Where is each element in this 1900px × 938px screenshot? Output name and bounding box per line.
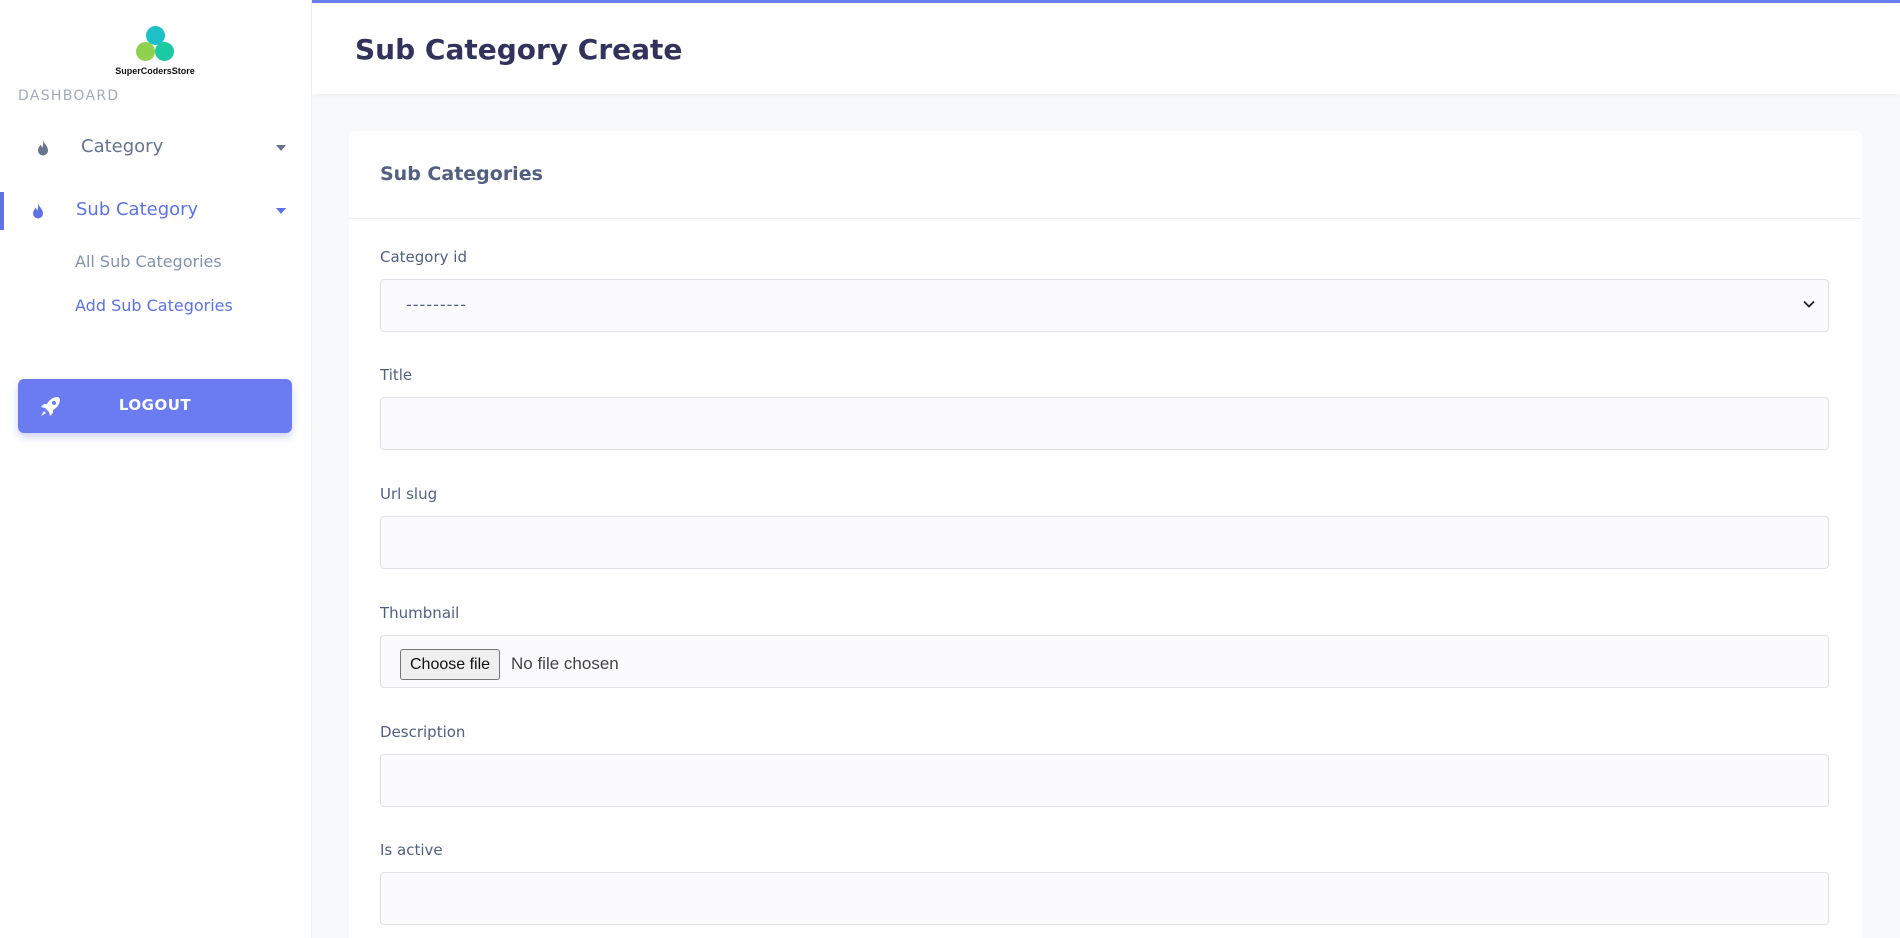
url-slug-input[interactable] <box>380 516 1829 569</box>
category-id-label: Category id <box>380 248 467 266</box>
title-label: Title <box>380 366 413 384</box>
description-label: Description <box>380 723 466 741</box>
file-status-text: No file chosen <box>511 654 619 673</box>
brand-logo[interactable]: SuperCodersStore <box>108 26 202 78</box>
logo-mark-icon <box>134 26 178 62</box>
title-input[interactable] <box>380 397 1829 450</box>
form-card: Sub Categories Category id --------- Tit… <box>349 131 1862 938</box>
url-slug-label: Url slug <box>380 485 438 503</box>
page-title: Sub Category Create <box>355 33 683 66</box>
sidebar: SuperCodersStore DASHBOARD Category Sub … <box>0 0 312 938</box>
thumbnail-file-input: Choose file No file chosen <box>380 635 1829 688</box>
chevron-down-icon <box>1803 300 1815 308</box>
caret-down-icon <box>276 145 286 151</box>
sidebar-item-label: Sub Category <box>76 199 199 220</box>
category-id-value: --------- <box>406 295 467 314</box>
logout-label: LOGOUT <box>118 396 192 414</box>
logout-button[interactable]: LOGOUT <box>18 379 292 433</box>
card-header: Sub Categories <box>349 131 1862 219</box>
sidebar-item-sub-category[interactable]: Sub Category <box>0 187 311 235</box>
page-header: Sub Category Create <box>312 3 1900 94</box>
fire-icon <box>38 140 48 156</box>
card-title: Sub Categories <box>380 163 543 185</box>
sidebar-section-label: DASHBOARD <box>18 88 120 104</box>
choose-file-button[interactable]: Choose file <box>400 649 501 680</box>
caret-down-icon <box>276 208 286 214</box>
is-active-input[interactable] <box>380 872 1829 925</box>
category-id-select[interactable]: --------- <box>380 279 1829 332</box>
logo-text: SuperCodersStore <box>115 66 195 76</box>
is-active-label: Is active <box>380 841 443 859</box>
description-input[interactable] <box>380 754 1829 807</box>
subnav-all-sub-categories[interactable]: All Sub Categories <box>75 252 222 271</box>
active-indicator <box>0 192 4 230</box>
subnav-add-sub-categories[interactable]: Add Sub Categories <box>75 296 233 315</box>
sidebar-item-label: Category <box>81 136 164 157</box>
thumbnail-label: Thumbnail <box>380 604 460 622</box>
fire-icon <box>33 203 43 219</box>
sidebar-item-category[interactable]: Category <box>0 124 311 172</box>
